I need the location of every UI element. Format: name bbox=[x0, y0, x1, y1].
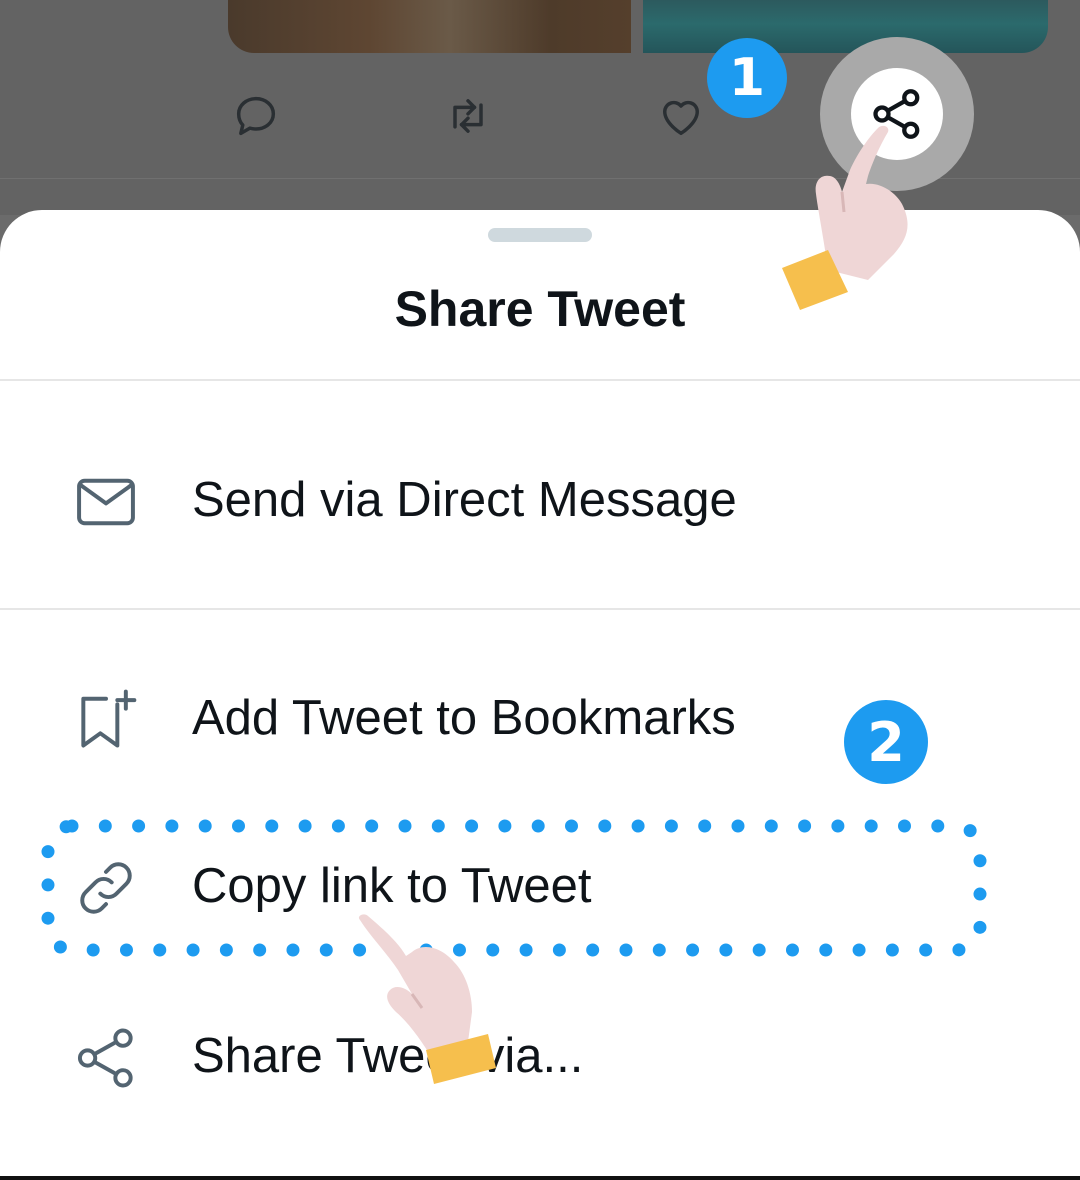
share-sheet: Share Tweet Send via Direct Message Add … bbox=[0, 210, 1080, 1178]
reply-icon[interactable] bbox=[230, 90, 282, 142]
divider bbox=[0, 608, 1080, 610]
tweet-media-image-right bbox=[643, 0, 1048, 53]
step-1-badge: 1 bbox=[707, 38, 787, 118]
divider bbox=[0, 379, 1080, 381]
copy-link-highlight bbox=[41, 819, 987, 957]
menu-item-direct-message[interactable]: Send via Direct Message bbox=[0, 442, 1080, 562]
retweet-icon[interactable] bbox=[442, 90, 494, 142]
share-icon bbox=[72, 1024, 140, 1092]
bottom-edge bbox=[0, 1176, 1080, 1180]
bookmark-add-icon bbox=[72, 686, 140, 754]
menu-item-label: Send via Direct Message bbox=[192, 473, 737, 527]
sheet-drag-handle[interactable] bbox=[488, 228, 592, 242]
step-2-badge: 2 bbox=[844, 700, 928, 784]
menu-item-label: Add Tweet to Bookmarks bbox=[192, 691, 736, 745]
heart-icon[interactable] bbox=[655, 90, 707, 142]
tweet-media-image-left bbox=[228, 0, 631, 53]
menu-item-share-via[interactable]: Share Tweet via... bbox=[0, 998, 1080, 1118]
tap-hand-icon bbox=[358, 914, 496, 1084]
envelope-icon bbox=[72, 468, 140, 536]
tap-hand-icon bbox=[782, 125, 908, 310]
